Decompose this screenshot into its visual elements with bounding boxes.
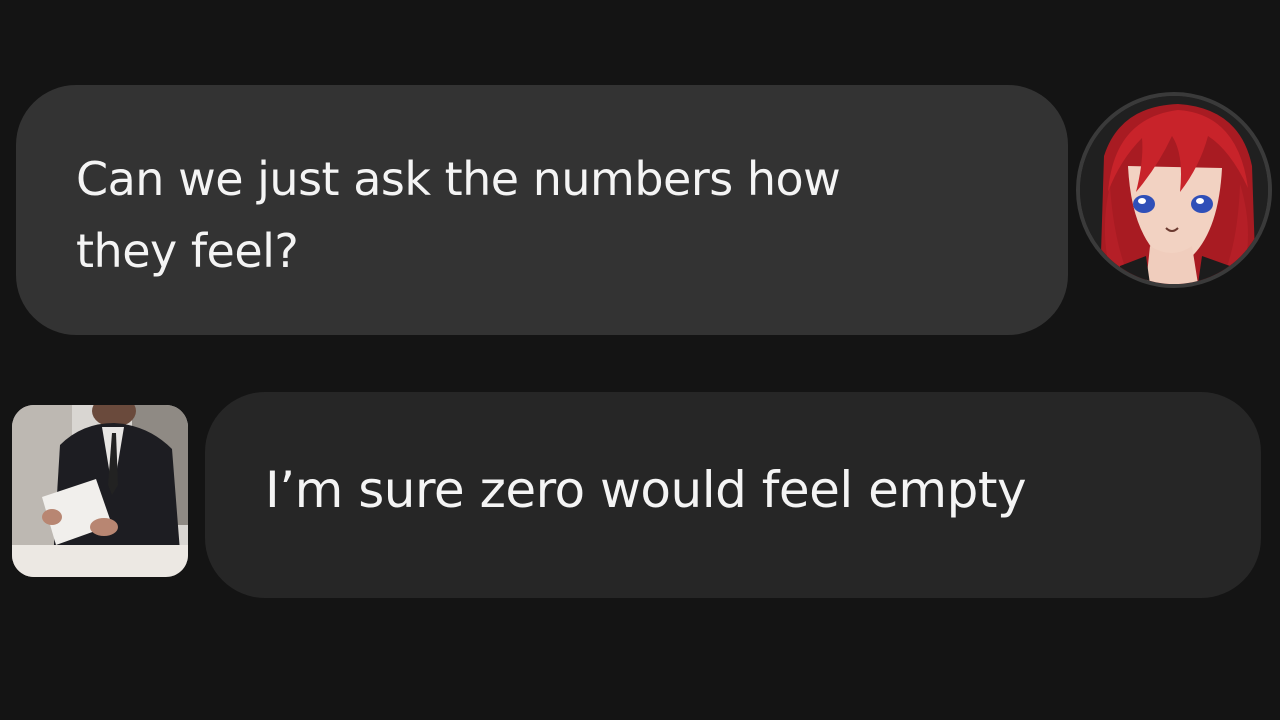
user-message-bubble[interactable]: Can we just ask the numbers how they fee… xyxy=(16,85,1068,335)
businessman-photo-icon xyxy=(12,405,188,577)
user-avatar[interactable] xyxy=(1076,92,1272,288)
user-message-line-1: Can we just ask the numbers how xyxy=(76,152,841,206)
user-message-line-2: they feel? xyxy=(76,224,299,278)
assistant-message-bubble[interactable]: I’m sure zero would feel empty xyxy=(205,392,1261,598)
chat-thread: Can we just ask the numbers how they fee… xyxy=(0,0,1280,720)
assistant-avatar[interactable] xyxy=(12,405,188,577)
anime-girl-avatar-icon xyxy=(1080,96,1268,284)
assistant-message-text: I’m sure zero would feel empty xyxy=(265,461,1027,519)
